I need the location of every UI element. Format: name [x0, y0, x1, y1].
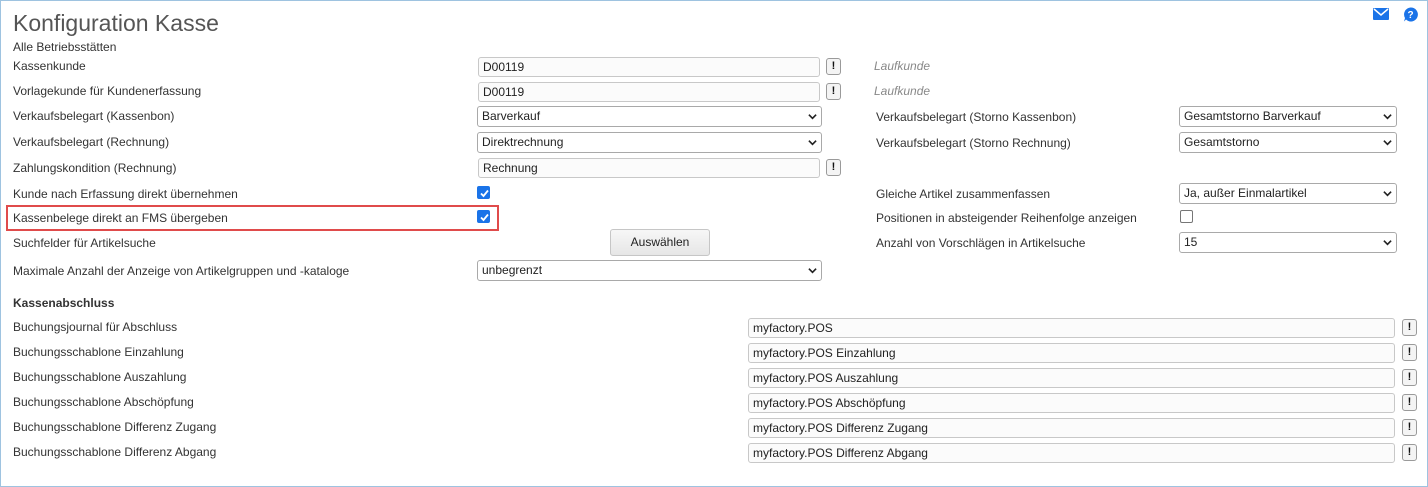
kassenkunde-hint: Laufkunde: [874, 59, 931, 73]
abschluss-row-lookup-button[interactable]: !: [1402, 444, 1417, 461]
vk-rechnung-value: Direktrechnung: [482, 135, 564, 149]
vk-rechnung-label: Verkaufsbelegart (Rechnung): [13, 135, 170, 149]
abschluss-row-label: Buchungsschablone Differenz Zugang: [13, 420, 217, 434]
kunde-uebernehmen-checkbox[interactable]: [477, 186, 490, 199]
max-anzeige-value: unbegrenzt: [482, 263, 543, 277]
vorlagekunde-input[interactable]: D00119: [478, 82, 820, 102]
zahlungskondition-input[interactable]: Rechnung: [478, 158, 820, 178]
chevron-down-icon: [1383, 240, 1392, 246]
abschluss-row-input[interactable]: myfactory.POS: [748, 318, 1395, 338]
fms-uebergeben-checkbox[interactable]: [477, 210, 490, 223]
vorschlaege-select[interactable]: 15: [1179, 232, 1397, 253]
auswaehlen-button[interactable]: Auswählen: [610, 229, 710, 256]
mail-icon[interactable]: [1373, 8, 1389, 23]
max-anzeige-label: Maximale Anzahl der Anzeige von Artikelg…: [13, 264, 350, 278]
abschluss-row-input[interactable]: myfactory.POS Einzahlung: [748, 343, 1395, 363]
page-title: Konfiguration Kasse: [13, 10, 219, 36]
abschluss-row-lookup-button[interactable]: !: [1402, 419, 1417, 436]
abschluss-row-input[interactable]: myfactory.POS Auszahlung: [748, 368, 1395, 388]
chevron-down-icon: [808, 140, 817, 146]
gleiche-artikel-label: Gleiche Artikel zusammenfassen: [876, 187, 1051, 201]
chevron-down-icon: [1383, 114, 1392, 120]
abschluss-row-lookup-button[interactable]: !: [1402, 394, 1417, 411]
vk-rechnung-select[interactable]: Direktrechnung: [477, 132, 822, 153]
zahlungskondition-label: Zahlungskondition (Rechnung): [13, 161, 177, 175]
chevron-down-icon: [808, 114, 817, 120]
abschluss-row-label: Buchungsschablone Abschöpfung: [13, 395, 194, 409]
help-icon[interactable]: ?: [1403, 7, 1418, 25]
kassenkunde-lookup-button[interactable]: !: [826, 58, 841, 75]
kassenabschluss-heading: Kassenabschluss: [13, 296, 115, 310]
abschluss-row-lookup-button[interactable]: !: [1402, 369, 1417, 386]
abschluss-row-label: Buchungsschablone Differenz Abgang: [13, 445, 217, 459]
abschluss-row-label: Buchungsschablone Einzahlung: [13, 345, 184, 359]
kassenkunde-input[interactable]: D00119: [478, 57, 820, 77]
vk-kassenbon-label: Verkaufsbelegart (Kassenbon): [13, 109, 175, 123]
storno-rechnung-value: Gesamtstorno: [1184, 135, 1260, 149]
abschluss-row-input[interactable]: myfactory.POS Differenz Zugang: [748, 418, 1395, 438]
suchfelder-label: Suchfelder für Artikelsuche: [13, 236, 156, 250]
vk-kassenbon-value: Barverkauf: [482, 109, 541, 123]
abschluss-row-label: Buchungsschablone Auszahlung: [13, 370, 187, 384]
kassenkunde-label: Kassenkunde: [13, 59, 86, 73]
storno-rechnung-label: Verkaufsbelegart (Storno Rechnung): [876, 136, 1071, 150]
absteigend-label: Positionen in absteigender Reihenfolge a…: [876, 211, 1137, 225]
svg-text:?: ?: [1407, 10, 1413, 21]
storno-kassenbon-value: Gesamtstorno Barverkauf: [1184, 109, 1321, 123]
abschluss-row-lookup-button[interactable]: !: [1402, 344, 1417, 361]
max-anzeige-select[interactable]: unbegrenzt: [477, 260, 822, 281]
storno-rechnung-select[interactable]: Gesamtstorno: [1179, 132, 1397, 153]
gleiche-artikel-value: Ja, außer Einmalartikel: [1184, 186, 1307, 200]
vorschlaege-value: 15: [1184, 235, 1198, 249]
abschluss-row-input[interactable]: myfactory.POS Differenz Abgang: [748, 443, 1395, 463]
fms-uebergeben-label: Kassenbelege direkt an FMS übergeben: [13, 211, 228, 225]
storno-kassenbon-select[interactable]: Gesamtstorno Barverkauf: [1179, 106, 1397, 127]
zahlungskondition-lookup-button[interactable]: !: [826, 159, 841, 176]
vorlagekunde-hint: Laufkunde: [874, 84, 931, 98]
abschluss-row-input[interactable]: myfactory.POS Abschöpfung: [748, 393, 1395, 413]
chevron-down-icon: [808, 268, 817, 274]
abschluss-row-lookup-button[interactable]: !: [1402, 319, 1417, 336]
chevron-down-icon: [1383, 140, 1392, 146]
chevron-down-icon: [1383, 191, 1392, 197]
gleiche-artikel-select[interactable]: Ja, außer Einmalartikel: [1179, 183, 1397, 204]
page-subtitle: Alle Betriebsstätten: [13, 40, 117, 54]
kunde-uebernehmen-label: Kunde nach Erfassung direkt übernehmen: [13, 187, 238, 201]
checkmark-icon: [480, 213, 489, 222]
absteigend-checkbox[interactable]: [1180, 210, 1193, 223]
checkmark-icon: [480, 189, 489, 198]
vk-kassenbon-select[interactable]: Barverkauf: [477, 106, 822, 127]
abschluss-row-label: Buchungsjournal für Abschluss: [13, 320, 178, 334]
vorschlaege-label: Anzahl von Vorschlägen in Artikelsuche: [876, 236, 1086, 250]
vorlagekunde-lookup-button[interactable]: !: [826, 83, 841, 100]
vorlagekunde-label: Vorlagekunde für Kundenerfassung: [13, 84, 202, 98]
storno-kassenbon-label: Verkaufsbelegart (Storno Kassenbon): [876, 110, 1077, 124]
